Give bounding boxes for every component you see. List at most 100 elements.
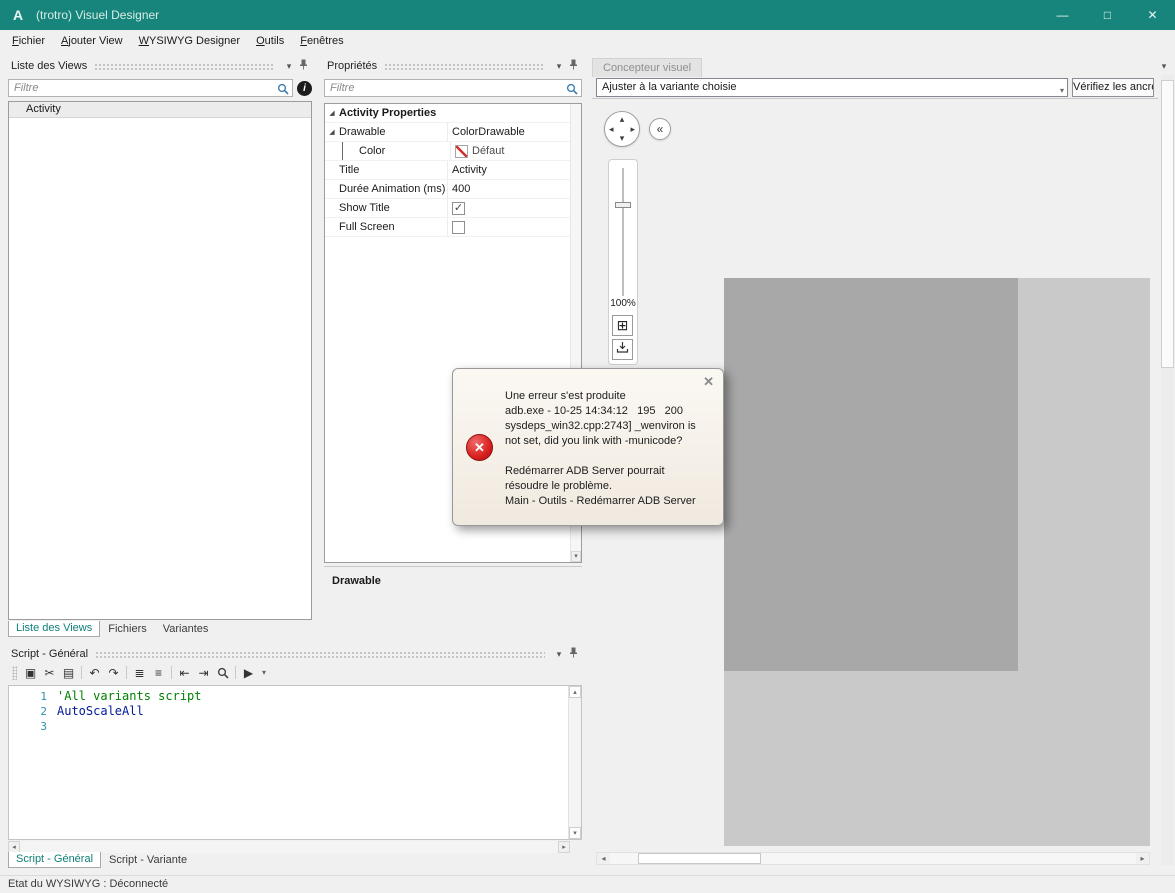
window-position-icon[interactable]: ▾ bbox=[552, 647, 566, 661]
copy-button[interactable]: ▣ bbox=[21, 664, 40, 682]
scrollbar-thumb[interactable] bbox=[638, 853, 761, 864]
property-row-color[interactable]: Color Défaut ▾ bbox=[325, 142, 581, 161]
menu-ajouter-view[interactable]: Ajouter View bbox=[53, 32, 131, 50]
arrow-down-icon[interactable]: ▾ bbox=[605, 134, 639, 143]
scroll-left-icon[interactable]: ◂ bbox=[597, 853, 610, 864]
menu-fenetres[interactable]: Fenêtres bbox=[292, 32, 351, 50]
full-screen-checkbox[interactable] bbox=[452, 220, 465, 234]
close-icon[interactable]: ✕ bbox=[703, 374, 714, 390]
window-position-icon[interactable]: ▾ bbox=[552, 59, 566, 73]
drag-grip[interactable] bbox=[384, 62, 545, 70]
window-position-icon[interactable]: ▾ bbox=[282, 59, 296, 73]
zoom-slider-track[interactable] bbox=[622, 168, 624, 296]
pin-icon[interactable] bbox=[566, 647, 580, 662]
pin-icon[interactable] bbox=[566, 59, 580, 74]
collapse-toolbox-button[interactable]: « bbox=[649, 118, 671, 140]
tab-fichiers[interactable]: Fichiers bbox=[100, 621, 155, 637]
redo-button[interactable]: ↷ bbox=[104, 664, 123, 682]
scroll-right-icon[interactable]: ▸ bbox=[558, 841, 570, 853]
menu-fichier[interactable]: Fichier bbox=[4, 32, 53, 50]
expander-icon[interactable]: ◢ bbox=[325, 128, 339, 136]
comment-button[interactable]: ≣ bbox=[130, 664, 149, 682]
close-button[interactable]: ✕ bbox=[1130, 0, 1175, 30]
menu-outils[interactable]: Outils bbox=[248, 32, 292, 50]
save-capture-button[interactable] bbox=[612, 339, 633, 360]
scroll-down-icon[interactable]: ▾ bbox=[569, 827, 581, 839]
cut-button[interactable]: ✂ bbox=[40, 664, 59, 682]
script-tabs: Script - Général Script - Variante bbox=[8, 852, 195, 868]
title-value-field[interactable]: Activity bbox=[448, 161, 581, 179]
drawable-value-dropdown[interactable]: ColorDrawable ▾ bbox=[448, 123, 581, 141]
search-button[interactable] bbox=[213, 664, 232, 682]
duration-value-dropdown[interactable]: 400 ▾ bbox=[448, 180, 581, 198]
property-value: Activity bbox=[452, 164, 487, 176]
error-line: Redémarrer ADB Server pourrait bbox=[505, 465, 665, 477]
tab-overflow-icon[interactable]: ▾ bbox=[1157, 59, 1171, 73]
error-message: Une erreur s'est produite adb.exe - 10-2… bbox=[505, 389, 715, 509]
designer-vertical-scrollbar[interactable] bbox=[1161, 75, 1174, 865]
uncomment-button[interactable]: ≡ bbox=[149, 664, 168, 682]
scroll-down-icon[interactable]: ▾ bbox=[571, 551, 581, 562]
status-bar: Etat du WYSIWYG : Déconnecté bbox=[0, 875, 1175, 893]
property-row-show-title[interactable]: Show Title ✓ bbox=[325, 199, 581, 218]
code-area[interactable]: 1 'All variants script 2 AutoScaleAll 3 bbox=[9, 686, 568, 839]
decrease-indent-button[interactable]: ⇤ bbox=[175, 664, 194, 682]
scrollbar-thumb[interactable] bbox=[1161, 80, 1174, 368]
scroll-right-icon[interactable]: ▸ bbox=[1136, 853, 1149, 864]
tab-concepteur-visuel[interactable]: Concepteur visuel bbox=[592, 58, 703, 77]
pin-icon[interactable] bbox=[296, 59, 310, 74]
undo-button[interactable]: ↶ bbox=[85, 664, 104, 682]
property-row-full-screen[interactable]: Full Screen bbox=[325, 218, 581, 237]
paste-button[interactable]: ▤ bbox=[59, 664, 78, 682]
property-name: Durée Animation (ms) bbox=[339, 180, 448, 198]
property-value: 400 bbox=[452, 183, 471, 195]
views-filter-input[interactable] bbox=[9, 80, 292, 96]
expander-icon[interactable]: ◢ bbox=[325, 109, 339, 117]
zoom-slider-thumb[interactable] bbox=[615, 202, 631, 208]
arrow-up-icon[interactable]: ▴ bbox=[605, 115, 639, 124]
drag-grip[interactable] bbox=[94, 62, 275, 70]
menu-bar: Fichier Ajouter View WYSIWYG Designer Ou… bbox=[0, 30, 1175, 52]
list-item-activity[interactable]: Activity bbox=[9, 102, 311, 118]
run-button[interactable]: ▶ bbox=[239, 664, 258, 682]
arrow-left-icon[interactable]: ◂ bbox=[609, 125, 614, 134]
fit-to-screen-button[interactable]: ⊞ bbox=[612, 315, 633, 336]
editor-vertical-scrollbar[interactable]: ▴ ▾ bbox=[568, 686, 581, 839]
tab-liste-des-views[interactable]: Liste des Views bbox=[8, 621, 101, 637]
color-value-dropdown[interactable]: Défaut ▾ bbox=[451, 142, 581, 160]
property-name: Title bbox=[339, 161, 448, 179]
activity-view-rect[interactable] bbox=[724, 278, 1018, 671]
drag-grip[interactable] bbox=[95, 650, 545, 658]
tab-script-general[interactable]: Script - Général bbox=[8, 852, 102, 868]
toolbar-grip[interactable] bbox=[12, 665, 17, 680]
minimize-button[interactable]: — bbox=[1040, 0, 1085, 30]
verify-anchors-button[interactable]: Vérifiez les ancres. bbox=[1072, 78, 1154, 97]
increase-indent-button[interactable]: ⇥ bbox=[194, 664, 213, 682]
maximize-button[interactable]: □ bbox=[1085, 0, 1130, 30]
arrow-right-icon[interactable]: ▸ bbox=[630, 125, 635, 134]
window-controls: — □ ✕ bbox=[1040, 0, 1175, 30]
scroll-up-icon[interactable]: ▴ bbox=[569, 686, 581, 698]
tab-script-variante[interactable]: Script - Variante bbox=[101, 852, 195, 868]
error-line: sysdeps_win32.cpp:2743] _wenviron is bbox=[505, 420, 696, 432]
properties-filter-input[interactable] bbox=[325, 80, 581, 96]
property-category-row[interactable]: ◢ Activity Properties bbox=[325, 104, 581, 123]
error-line: adb.exe - 10-25 14:34:12 195 200 bbox=[505, 405, 683, 417]
designer-horizontal-scrollbar[interactable]: ◂ ▸ bbox=[596, 852, 1150, 865]
views-panel-title: Liste des Views bbox=[11, 60, 88, 72]
property-row-drawable[interactable]: ◢ Drawable ColorDrawable ▾ bbox=[325, 123, 581, 142]
pan-dpad-control[interactable]: ▴ ▾ ◂ ▸ bbox=[604, 111, 640, 147]
menu-wysiwyg-designer[interactable]: WYSIWYG Designer bbox=[131, 32, 248, 50]
toolbar-separator bbox=[81, 666, 82, 679]
variant-combobox[interactable]: Ajuster à la variante choisie ▾ bbox=[596, 78, 1068, 97]
info-icon[interactable]: i bbox=[297, 80, 312, 96]
dropdown-icon[interactable]: ▾ bbox=[1060, 83, 1064, 96]
title-bar: A (trotro) Visuel Designer — □ ✕ bbox=[0, 0, 1175, 30]
property-row-title[interactable]: Title Activity bbox=[325, 161, 581, 180]
toolbar-overflow-icon[interactable]: ▾ bbox=[258, 668, 270, 677]
tab-variantes[interactable]: Variantes bbox=[155, 621, 217, 637]
variant-combobox-value: Ajuster à la variante choisie bbox=[602, 81, 737, 93]
views-panel: Liste des Views ▾ i Activity Liste des V… bbox=[6, 57, 314, 637]
show-title-checkbox[interactable]: ✓ bbox=[452, 201, 465, 215]
property-row-duration[interactable]: Durée Animation (ms) 400 ▾ bbox=[325, 180, 581, 199]
